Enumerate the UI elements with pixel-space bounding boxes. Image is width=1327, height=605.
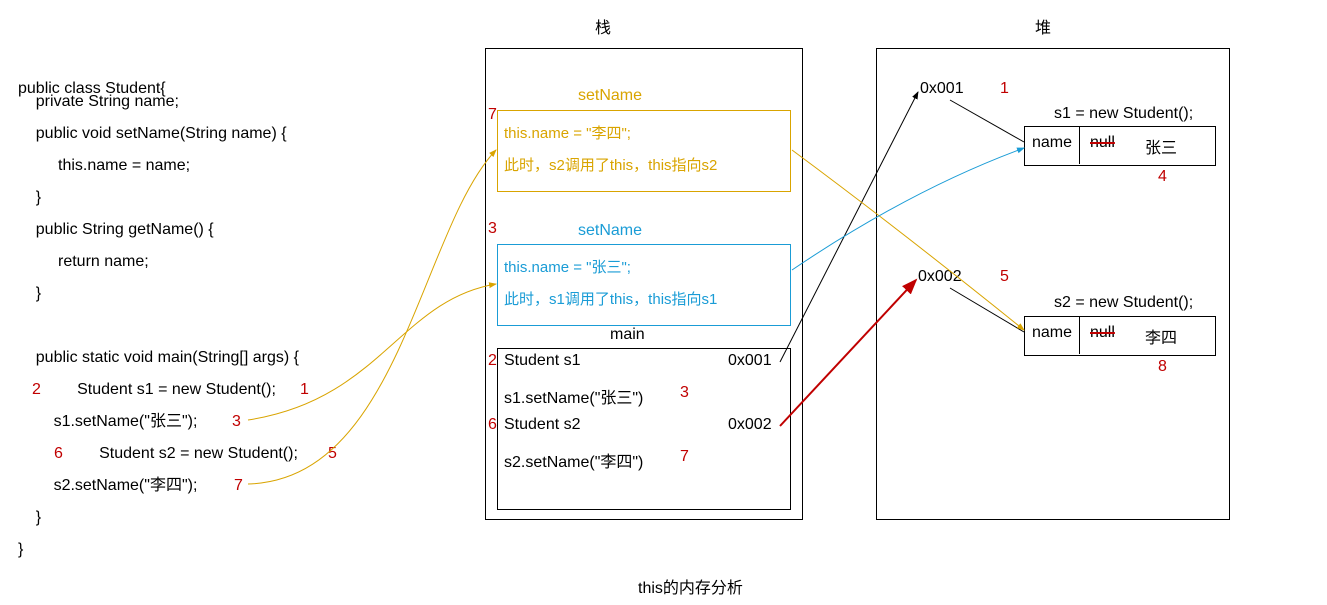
code-line: } (18, 508, 41, 527)
frame-line: this.name = "李四"; (504, 122, 631, 143)
frame-line: 此时，s1调用了this，this指向s1 (504, 288, 717, 309)
frame-marker-3: 3 (488, 220, 497, 238)
main-row1-right: 0x001 (728, 352, 772, 370)
heap-obj2-label: s2 = new Student(); (1054, 294, 1193, 312)
main-row1-left: Student s1 (504, 352, 581, 370)
heap-addr2: 0x002 (918, 268, 962, 286)
code-marker-3: 3 (232, 412, 241, 431)
heap-marker-4: 4 (1158, 168, 1167, 186)
code-line: } (18, 540, 23, 559)
main-row4: s2.setName("李四") (504, 448, 643, 472)
frame-title-main: main (610, 326, 645, 344)
frame-line: 此时，s2调用了this，this指向s2 (504, 154, 717, 175)
heap-marker-1: 1 (1000, 80, 1009, 98)
frame-marker-7: 7 (488, 106, 497, 124)
heap-heading: 堆 (1035, 14, 1051, 38)
code-line: private String name; (18, 92, 179, 111)
code-line-setname1: s1.setName("张三"); (18, 412, 197, 431)
heap-obj2-new: 李四 (1145, 324, 1177, 348)
code-line-s1-decl: Student s1 = new Student(); (46, 380, 276, 399)
heap-obj2-field: name (1032, 324, 1072, 342)
code-marker-6: 6 (54, 444, 63, 463)
heap-obj2-divider (1079, 316, 1080, 354)
main-marker-6: 6 (488, 416, 497, 434)
main-marker-7: 7 (680, 448, 689, 466)
code-line: public void setName(String name) { (18, 124, 287, 143)
code-line: public static void main(String[] args) { (18, 348, 299, 367)
heap-obj1-field: name (1032, 134, 1072, 152)
stack-heading: 栈 (595, 14, 611, 38)
main-marker-3: 3 (680, 384, 689, 402)
code-line: this.name = name; (18, 156, 190, 175)
main-marker-2: 2 (488, 352, 497, 370)
heap-obj1-new: 张三 (1145, 134, 1177, 158)
code-line: public String getName() { (18, 220, 214, 239)
diagram-caption: this的内存分析 (638, 574, 743, 598)
code-line: } (18, 188, 41, 207)
main-row2: s1.setName("张三") (504, 384, 643, 408)
frame-title-setname-mid: setName (578, 222, 642, 240)
heap-marker-8: 8 (1158, 358, 1167, 376)
code-marker-2: 2 (32, 380, 41, 399)
heap-obj2-null: null (1090, 324, 1115, 342)
code-line-setname2: s2.setName("李四"); (18, 476, 197, 495)
code-line: } (18, 284, 41, 303)
heap-obj1-divider (1079, 126, 1080, 164)
heap-obj1-label: s1 = new Student(); (1054, 105, 1193, 123)
heap-addr1: 0x001 (920, 80, 964, 98)
frame-line: this.name = "张三"; (504, 256, 631, 277)
main-row3-left: Student s2 (504, 416, 581, 434)
heap-obj1-null: null (1090, 134, 1115, 152)
code-line: return name; (18, 252, 149, 271)
code-marker-5: 5 (328, 444, 337, 463)
main-row3-right: 0x002 (728, 416, 772, 434)
frame-title-setname-top: setName (578, 87, 642, 105)
heap-marker-5: 5 (1000, 268, 1009, 286)
code-line-s2-decl: Student s2 = new Student(); (68, 444, 298, 463)
code-marker-1: 1 (300, 380, 309, 399)
code-marker-7: 7 (234, 476, 243, 495)
